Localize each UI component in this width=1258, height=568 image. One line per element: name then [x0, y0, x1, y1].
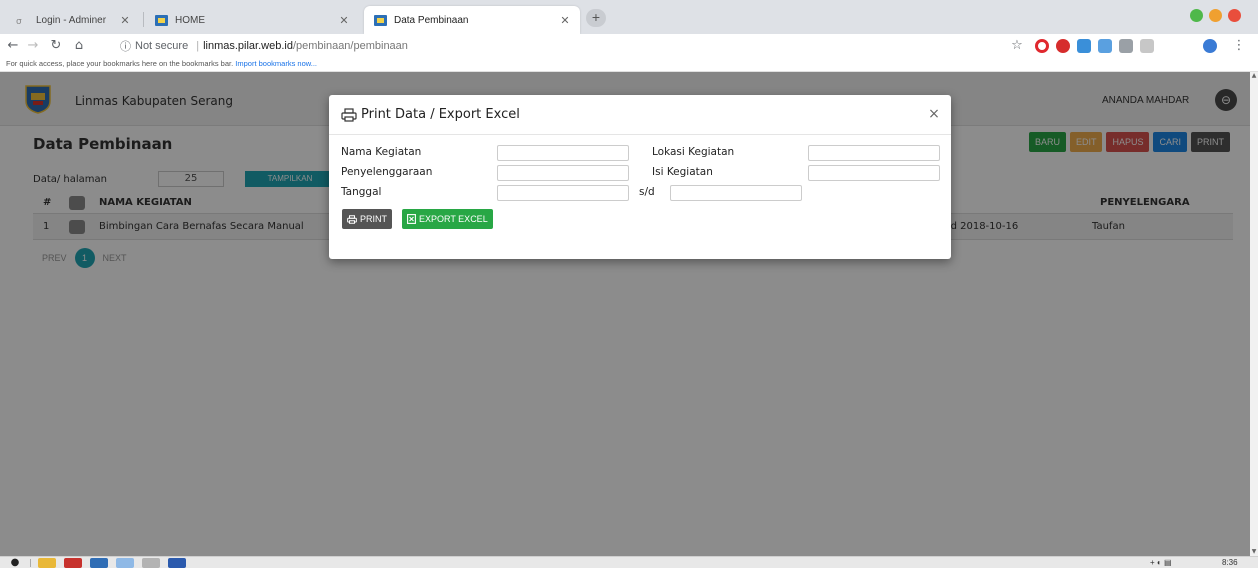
browser-tab-bar: σ Login - Adminer ✕ HOME ✕ Data Pembinaa… [0, 0, 1258, 34]
drive-extension-icon[interactable] [1077, 39, 1091, 53]
site-icon [374, 14, 387, 26]
site-icon [155, 14, 168, 26]
taskbar-separator [30, 559, 31, 567]
home-button[interactable]: ⌂ [72, 39, 86, 53]
bookmarks-bar: For quick access, place your bookmarks h… [0, 58, 1258, 72]
lokasi-kegiatan-label: Lokasi Kegiatan [652, 146, 735, 158]
close-window-button[interactable] [1228, 9, 1241, 22]
apple-menu-icon[interactable]: ● [6, 558, 24, 568]
url-host: linmas.pilar.web.id [203, 40, 293, 52]
reload-button[interactable]: ↻ [49, 39, 63, 53]
tab-separator [143, 12, 144, 27]
bookmarks-hint: For quick access, place your bookmarks h… [6, 59, 234, 68]
back-button[interactable]: ← [6, 39, 20, 53]
profile-avatar-icon[interactable] [1203, 39, 1217, 53]
tanggal-start-input[interactable] [497, 185, 629, 201]
penyelenggaraan-label: Penyelenggaraan [341, 166, 433, 178]
modal-header: Print Data / Export Excel × [329, 95, 951, 135]
new-tab-button[interactable]: + [586, 9, 606, 27]
os-taskbar: ● + ◐ ▤ 8:36 [0, 556, 1258, 568]
sd-label: s/d [639, 186, 655, 198]
penyelenggaraan-input[interactable] [497, 165, 629, 181]
video-extension-icon[interactable] [1098, 39, 1112, 53]
url-path: /pembinaan/pembinaan [292, 40, 408, 52]
tab-login-adminer[interactable]: σ Login - Adminer ✕ [6, 6, 140, 34]
folder-taskbar-icon[interactable] [116, 558, 134, 568]
printer-icon [347, 214, 357, 224]
tab-data-pembinaan[interactable]: Data Pembinaan ✕ [364, 6, 580, 34]
word-taskbar-icon[interactable] [168, 558, 186, 568]
maximize-button[interactable] [1209, 9, 1222, 22]
scroll-down-icon[interactable]: ▼ [1250, 548, 1258, 556]
isi-kegiatan-input[interactable] [808, 165, 940, 181]
filezilla-taskbar-icon[interactable] [64, 558, 82, 568]
export-excel-button[interactable]: EXPORT EXCEL [402, 209, 493, 229]
info-icon[interactable]: ⓘ [120, 38, 131, 54]
print-export-modal: Print Data / Export Excel × Nama Kegiata… [329, 95, 951, 259]
modal-close-button[interactable]: × [927, 105, 941, 123]
modal-title: Print Data / Export Excel [341, 107, 520, 122]
url-field[interactable]: ⓘ Not secure | linmas.pilar.web.id/pembi… [120, 37, 990, 55]
tray-icons[interactable]: + ◐ ▤ [1150, 557, 1172, 568]
svg-text:σ: σ [16, 17, 22, 26]
tab-label: Data Pembinaan [394, 14, 469, 26]
print-label: PRINT [360, 214, 387, 224]
printer-icon [341, 107, 357, 122]
adminer-icon: σ [16, 15, 29, 26]
address-bar: ← → ↻ ⌂ ⓘ Not secure | linmas.pilar.web.… [0, 34, 1258, 58]
image-taskbar-icon[interactable] [142, 558, 160, 568]
tab-home[interactable]: HOME ✕ [145, 6, 359, 34]
opera-extension-icon[interactable] [1035, 39, 1049, 53]
modal-title-text: Print Data / Export Excel [361, 107, 520, 122]
tab-close-icon[interactable]: ✕ [337, 14, 351, 27]
isi-kegiatan-label: Isi Kegiatan [652, 166, 713, 178]
lokasi-kegiatan-input[interactable] [808, 145, 940, 161]
tab-label: HOME [175, 14, 205, 26]
modal-print-button[interactable]: PRINT [342, 209, 392, 229]
scroll-up-icon[interactable]: ▲ [1250, 72, 1258, 80]
tab-label: Login - Adminer [36, 14, 107, 26]
tab-close-icon[interactable]: ✕ [558, 14, 572, 27]
page-scrollbar[interactable]: ▲ ▼ [1250, 72, 1258, 556]
font-extension-icon[interactable] [1140, 39, 1154, 53]
minimize-button[interactable] [1190, 9, 1203, 22]
tab-close-icon[interactable]: ✕ [118, 14, 132, 27]
translate-extension-icon[interactable] [1119, 39, 1133, 53]
nama-kegiatan-label: Nama Kegiatan [341, 146, 422, 158]
bookmark-star-icon[interactable]: ☆ [1010, 39, 1024, 53]
nama-kegiatan-input[interactable] [497, 145, 629, 161]
clock: 8:36 [1222, 558, 1238, 567]
excel-file-icon [407, 214, 416, 224]
export-excel-label: EXPORT EXCEL [419, 214, 488, 224]
app-taskbar-icon[interactable] [90, 558, 108, 568]
url-separator: | [196, 40, 200, 52]
tanggal-end-input[interactable] [670, 185, 802, 201]
adblock-extension-icon[interactable] [1056, 39, 1070, 53]
tanggal-label: Tanggal [341, 186, 382, 198]
chrome-taskbar-icon[interactable] [38, 558, 56, 568]
menu-icon[interactable]: ⋮ [1232, 39, 1246, 53]
security-label: Not secure [135, 40, 189, 52]
import-bookmarks-link[interactable]: Import bookmarks now... [235, 59, 317, 68]
forward-button[interactable]: → [26, 39, 40, 53]
